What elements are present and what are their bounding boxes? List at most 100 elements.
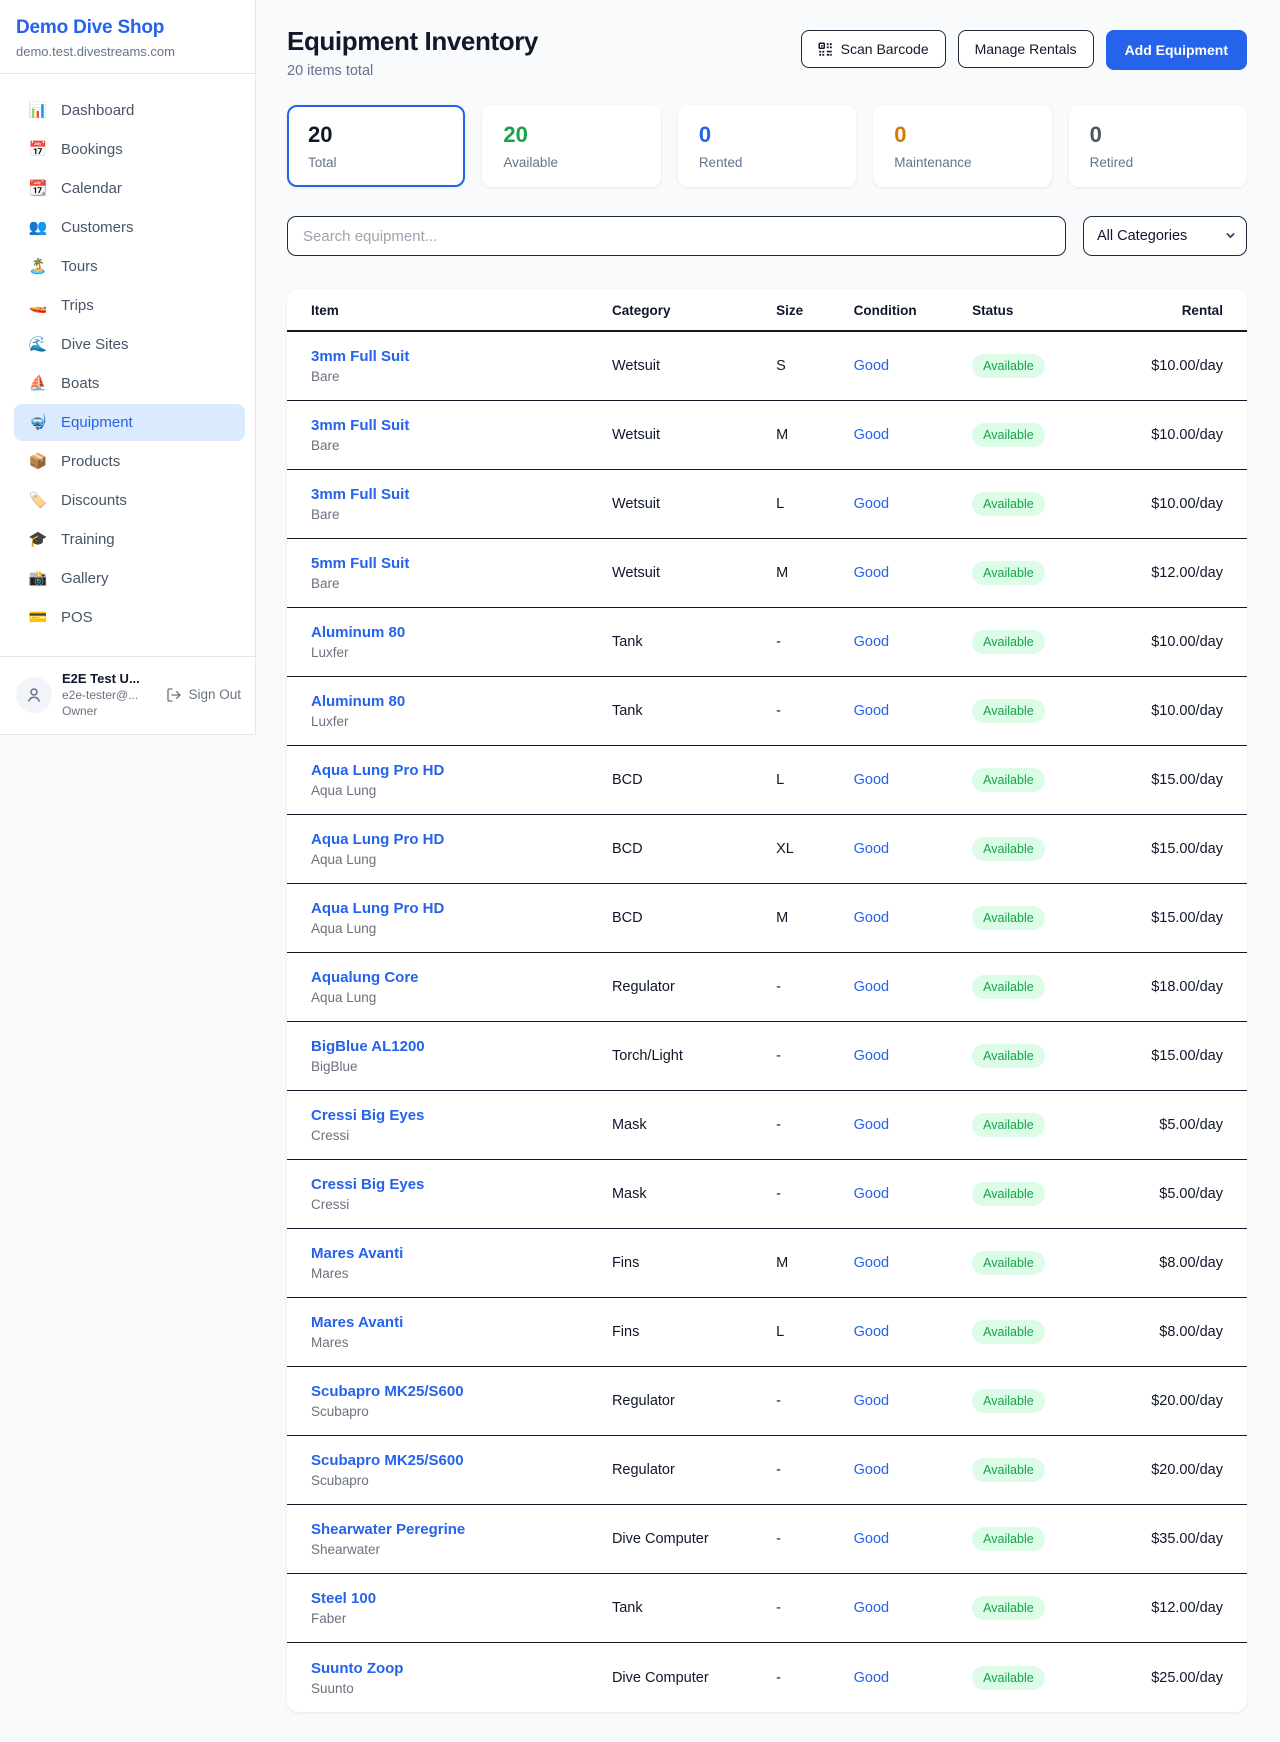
- item-name-link[interactable]: 3mm Full Suit: [311, 348, 612, 365]
- condition-link[interactable]: Good: [854, 841, 973, 857]
- page-title-block: Equipment Inventory 20 items total: [287, 26, 538, 79]
- stat-card-retired[interactable]: 0Retired: [1069, 105, 1247, 187]
- item-name-link[interactable]: Aqualung Core: [311, 969, 612, 986]
- scan-barcode-button[interactable]: Scan Barcode: [801, 30, 946, 68]
- item-name-link[interactable]: Aluminum 80: [311, 624, 612, 641]
- sidebar-item-label: POS: [61, 609, 93, 626]
- column-header-item: Item: [311, 303, 612, 318]
- condition-link[interactable]: Good: [854, 565, 973, 581]
- condition-link[interactable]: Good: [854, 1324, 973, 1340]
- sidebar-item-calendar[interactable]: 📆Calendar: [14, 170, 245, 207]
- condition-link[interactable]: Good: [854, 634, 973, 650]
- size-cell: M: [776, 427, 854, 443]
- sidebar-item-dive-sites[interactable]: 🌊Dive Sites: [14, 326, 245, 363]
- user-name: E2E Test U...: [62, 671, 156, 686]
- sidebar-item-customers[interactable]: 👥Customers: [14, 209, 245, 246]
- item-name-link[interactable]: Scubapro MK25/S600: [311, 1452, 612, 1469]
- condition-link[interactable]: Good: [854, 1186, 973, 1202]
- item-name-link[interactable]: Aqua Lung Pro HD: [311, 831, 612, 848]
- manage-rentals-button[interactable]: Manage Rentals: [958, 30, 1094, 68]
- item-name-link[interactable]: BigBlue AL1200: [311, 1038, 612, 1055]
- table-row: Cressi Big EyesCressiMask-GoodAvailable$…: [287, 1091, 1247, 1160]
- status-cell: Available: [972, 1320, 1104, 1344]
- item-name-link[interactable]: Mares Avanti: [311, 1245, 612, 1262]
- item-name-link[interactable]: Cressi Big Eyes: [311, 1107, 612, 1124]
- item-brand: Luxfer: [311, 714, 612, 729]
- sidebar-item-dashboard[interactable]: 📊Dashboard: [14, 92, 245, 129]
- condition-link[interactable]: Good: [854, 1048, 973, 1064]
- item-cell: 3mm Full SuitBare: [311, 486, 612, 522]
- item-name-link[interactable]: Mares Avanti: [311, 1314, 612, 1331]
- condition-link[interactable]: Good: [854, 1117, 973, 1133]
- size-cell: L: [776, 496, 854, 512]
- sidebar-item-boats[interactable]: ⛵Boats: [14, 365, 245, 402]
- condition-link[interactable]: Good: [854, 496, 973, 512]
- stat-card-rented[interactable]: 0Rented: [678, 105, 856, 187]
- category-cell: Dive Computer: [612, 1670, 776, 1686]
- condition-link[interactable]: Good: [854, 1393, 973, 1409]
- rental-cell: $15.00/day: [1104, 841, 1223, 857]
- status-cell: Available: [972, 1458, 1104, 1482]
- condition-link[interactable]: Good: [854, 427, 973, 443]
- sidebar-item-products[interactable]: 📦Products: [14, 443, 245, 480]
- status-badge: Available: [972, 492, 1045, 516]
- item-name-link[interactable]: Shearwater Peregrine: [311, 1521, 612, 1538]
- condition-link[interactable]: Good: [854, 1462, 973, 1478]
- item-name-link[interactable]: Suunto Zoop: [311, 1660, 612, 1677]
- item-name-link[interactable]: Aluminum 80: [311, 693, 612, 710]
- stat-card-total[interactable]: 20Total: [287, 105, 465, 187]
- sidebar-item-pos[interactable]: 💳POS: [14, 599, 245, 636]
- table-row: Aluminum 80LuxferTank-GoodAvailable$10.0…: [287, 608, 1247, 677]
- condition-link[interactable]: Good: [854, 1670, 973, 1686]
- rental-cell: $8.00/day: [1104, 1324, 1223, 1340]
- item-name-link[interactable]: Aqua Lung Pro HD: [311, 762, 612, 779]
- item-name-link[interactable]: 3mm Full Suit: [311, 486, 612, 503]
- item-cell: Cressi Big EyesCressi: [311, 1176, 612, 1212]
- sidebar-item-trips[interactable]: 🚤Trips: [14, 287, 245, 324]
- condition-link[interactable]: Good: [854, 772, 973, 788]
- table-row: Scubapro MK25/S600ScubaproRegulator-Good…: [287, 1436, 1247, 1505]
- sidebar-item-discounts[interactable]: 🏷️Discounts: [14, 482, 245, 519]
- status-cell: Available: [972, 699, 1104, 723]
- item-name-link[interactable]: 5mm Full Suit: [311, 555, 612, 572]
- user-box: E2E Test U... e2e-tester@... Owner Sign …: [0, 656, 255, 730]
- item-name-link[interactable]: Steel 100: [311, 1590, 612, 1607]
- condition-link[interactable]: Good: [854, 1600, 973, 1616]
- condition-link[interactable]: Good: [854, 1255, 973, 1271]
- sidebar-item-equipment[interactable]: 🤿Equipment: [14, 404, 245, 441]
- gallery-icon: 📸: [28, 571, 48, 586]
- sign-out-label: Sign Out: [188, 687, 241, 702]
- table-row: Aqua Lung Pro HDAqua LungBCDLGoodAvailab…: [287, 746, 1247, 815]
- search-input[interactable]: [287, 216, 1066, 256]
- status-badge: Available: [972, 1458, 1045, 1482]
- sidebar-item-bookings[interactable]: 📅Bookings: [14, 131, 245, 168]
- sidebar-item-gallery[interactable]: 📸Gallery: [14, 560, 245, 597]
- item-cell: Steel 100Faber: [311, 1590, 612, 1626]
- condition-link[interactable]: Good: [854, 979, 973, 995]
- stat-card-available[interactable]: 20Available: [482, 105, 660, 187]
- item-name-link[interactable]: Scubapro MK25/S600: [311, 1383, 612, 1400]
- item-name-link[interactable]: 3mm Full Suit: [311, 417, 612, 434]
- user-email: e2e-tester@...: [62, 688, 156, 702]
- rental-cell: $18.00/day: [1104, 979, 1223, 995]
- sidebar-item-label: Products: [61, 453, 120, 470]
- person-icon: [25, 686, 43, 704]
- status-cell: Available: [972, 423, 1104, 447]
- condition-link[interactable]: Good: [854, 910, 973, 926]
- category-select[interactable]: All Categories: [1083, 216, 1247, 256]
- size-cell: -: [776, 703, 854, 719]
- sign-out-button[interactable]: Sign Out: [166, 687, 241, 703]
- sidebar-item-training[interactable]: 🎓Training: [14, 521, 245, 558]
- brand-name[interactable]: Demo Dive Shop: [16, 17, 239, 39]
- stat-label: Maintenance: [894, 155, 1030, 170]
- add-equipment-button[interactable]: Add Equipment: [1106, 30, 1247, 70]
- condition-link[interactable]: Good: [854, 358, 973, 374]
- status-badge: Available: [972, 1527, 1045, 1551]
- sidebar-item-tours[interactable]: 🏝️Tours: [14, 248, 245, 285]
- stat-card-maintenance[interactable]: 0Maintenance: [873, 105, 1051, 187]
- stat-value: 0: [1090, 122, 1226, 148]
- item-name-link[interactable]: Cressi Big Eyes: [311, 1176, 612, 1193]
- item-name-link[interactable]: Aqua Lung Pro HD: [311, 900, 612, 917]
- condition-link[interactable]: Good: [854, 703, 973, 719]
- condition-link[interactable]: Good: [854, 1531, 973, 1547]
